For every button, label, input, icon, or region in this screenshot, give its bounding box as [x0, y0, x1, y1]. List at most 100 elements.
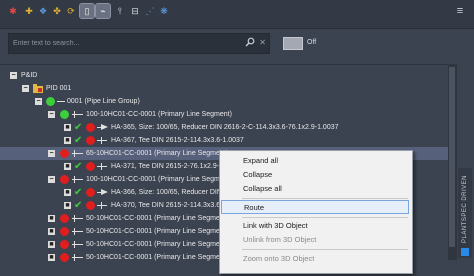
check-icon: ✔	[74, 135, 83, 146]
reducer-icon	[101, 124, 108, 130]
menu-item-collapse-all[interactable]: Collapse all	[221, 182, 409, 196]
tree-row[interactable]: − PID 001	[0, 82, 448, 95]
folder-icon	[33, 84, 43, 93]
status-red-icon	[60, 175, 69, 184]
tee-icon	[97, 140, 107, 141]
expand-tree-button[interactable]: ⊟	[128, 4, 142, 18]
tree-filter-button-3[interactable]: ❖	[36, 4, 50, 18]
menu-separator	[242, 198, 408, 199]
tree-row-label: P&ID	[21, 72, 38, 79]
expand-toggle[interactable]: ■	[48, 241, 55, 248]
tree-row-label: 100-10HC01-CC-0001 (Primary Line Segment…	[86, 176, 232, 183]
pipe-segment-icon	[74, 111, 75, 118]
funnel-red-icon: ✱	[9, 6, 17, 16]
tree-row-label: 65-10HC01-CC-0001 (Primary Line Segment)	[86, 150, 229, 157]
collapse-toggle[interactable]: −	[48, 176, 55, 183]
collapse-toggle[interactable]: −	[22, 85, 29, 92]
view-mode-button-1[interactable]: ▯	[79, 3, 95, 19]
nodes-colored-icon: ✚	[25, 6, 33, 16]
panel-menu-icon[interactable]: ≡	[454, 5, 466, 17]
tree-row-label: 50-10HC01-CC-0001 (Primary Line Segment)	[86, 254, 229, 261]
leaf-marker: ■	[64, 137, 71, 144]
tree-row-label: PID 001	[46, 85, 72, 92]
side-tab-label: PLANTSPEC DRIVEN	[462, 175, 468, 244]
pipe-segment-icon	[74, 241, 75, 248]
side-panel-tab[interactable]: PLANTSPEC DRIVEN	[458, 168, 472, 258]
tee-icon	[97, 205, 107, 206]
collapse-toggle[interactable]: −	[35, 98, 42, 105]
tree-row-label: 0001 (Pipe Line Group)	[67, 98, 140, 105]
filter-toggle[interactable]	[283, 37, 303, 50]
tee-icon	[101, 202, 102, 209]
tree-row[interactable]: − 100-10HC01-CC-0001 (Primary Line Segme…	[0, 108, 448, 121]
check-icon: ✔	[74, 187, 83, 198]
search-input[interactable]	[13, 35, 243, 51]
pipe-line-icon	[57, 101, 65, 102]
menu-item-collapse[interactable]: Collapse	[221, 168, 409, 182]
share-icon: ⋰	[145, 6, 155, 16]
tree-row[interactable]: − P&ID	[0, 69, 448, 82]
status-red-icon	[60, 253, 69, 262]
collapse-toggle[interactable]: −	[48, 150, 55, 157]
clear-search-icon[interactable]: ✕	[259, 37, 266, 49]
line-icon: ⌁	[100, 6, 106, 16]
tee-icon	[101, 137, 102, 144]
menu-separator	[242, 217, 408, 218]
status-red-icon	[60, 240, 69, 249]
pipe-segment-icon	[74, 215, 75, 222]
reducer-icon	[101, 189, 108, 195]
tree-filter-button-4[interactable]: ✤	[50, 4, 64, 18]
status-red-icon	[86, 136, 95, 145]
tee-icon	[97, 166, 107, 167]
tree-expand-icon: ⊟	[131, 6, 139, 16]
share-button[interactable]: ⋰	[143, 4, 157, 18]
status-green-icon	[46, 97, 55, 106]
refresh-icon: ⟳	[67, 6, 75, 16]
check-icon: ✔	[74, 161, 83, 172]
expand-toggle[interactable]: ■	[48, 254, 55, 261]
menu-item-link-3d[interactable]: Link with 3D Object	[221, 219, 409, 233]
status-red-icon	[86, 123, 95, 132]
tree-row-label: 100-10HC01-CC-0001 (Primary Line Segment…	[86, 111, 232, 118]
tree-filter-button-1[interactable]: ✱	[6, 4, 20, 18]
menu-item-unlink-3d[interactable]: Unlink from 3D Object	[221, 233, 409, 247]
refresh-button[interactable]: ⟳	[64, 4, 78, 18]
node-link-icon: ✤	[53, 6, 61, 16]
collapse-toggle[interactable]: −	[48, 111, 55, 118]
status-red-icon	[60, 227, 69, 236]
check-icon: ✔	[74, 122, 83, 133]
view-mode-button-2[interactable]: ⌁	[95, 3, 111, 19]
filter-toggle-label: Off	[307, 39, 317, 46]
check-icon: ✔	[74, 200, 83, 211]
menu-item-zoom-3d[interactable]: Zoom onto 3D Object	[221, 252, 409, 266]
pin-button[interactable]: ⫯	[113, 4, 127, 18]
network-button[interactable]: ❋	[157, 4, 171, 18]
menu-separator	[242, 249, 408, 250]
column-icon: ▯	[84, 6, 90, 16]
scrollbar-thumb[interactable]	[449, 67, 455, 247]
leaf-marker: ■	[64, 124, 71, 131]
context-menu: Expand all Collapse Collapse all Route L…	[219, 150, 413, 274]
tree-row[interactable]: − 0001 (Pipe Line Group)	[0, 95, 448, 108]
status-red-icon	[60, 149, 69, 158]
status-red-icon	[86, 188, 95, 197]
leaf-marker: ■	[64, 163, 71, 170]
tree-row[interactable]: ■ ✔ HA-367, Tee DIN 2615-2-114.3x3.6-1.0…	[0, 134, 448, 147]
tree-row[interactable]: ■ ✔ HA-365, Size: 100/65, Reducer DIN 26…	[0, 121, 448, 134]
tree-filter-button-2[interactable]: ✚	[22, 4, 36, 18]
collapse-toggle[interactable]: −	[10, 72, 17, 79]
pipe-segment-icon	[74, 254, 75, 261]
expand-toggle[interactable]: ■	[48, 215, 55, 222]
tree-row-label: HA-367, Tee DIN 2615-2-114.3x3.6-1.0037	[111, 137, 244, 144]
status-red-icon	[60, 214, 69, 223]
tree-row-label: 50-10HC01-CC-0001 (Primary Line Segment)	[86, 241, 229, 248]
menu-item-route[interactable]: Route	[221, 200, 409, 214]
plantspec-logo-icon	[461, 248, 469, 256]
status-green-icon	[60, 110, 69, 119]
leaf-marker: ■	[64, 189, 71, 196]
expand-toggle[interactable]: ■	[48, 228, 55, 235]
menu-item-expand-all[interactable]: Expand all	[221, 154, 409, 168]
search-icon[interactable]	[245, 37, 255, 47]
vertical-scrollbar[interactable]	[448, 64, 457, 260]
pipe-segment-icon	[74, 150, 75, 157]
